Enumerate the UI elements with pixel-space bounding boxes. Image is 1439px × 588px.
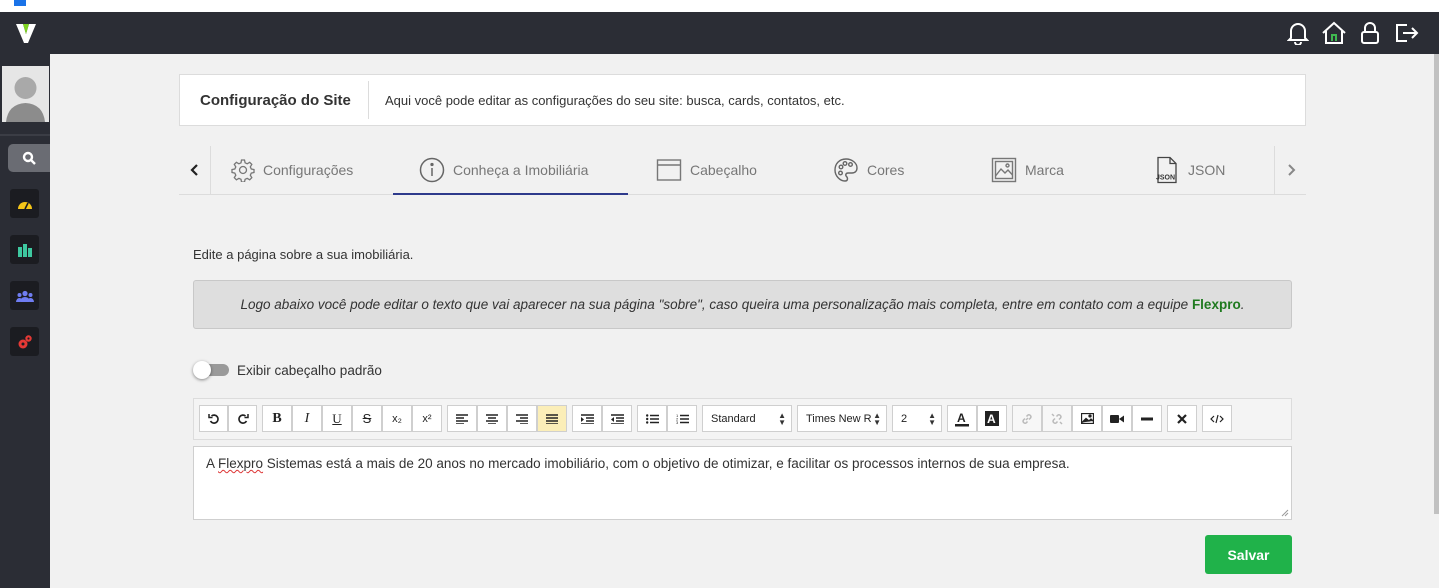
palette-icon <box>834 158 858 182</box>
tab-label: Conheça a Imobiliária <box>453 161 589 178</box>
browser-strip <box>0 0 1439 12</box>
insert-image-button[interactable] <box>1072 405 1102 432</box>
page-header-card: Configuração do Site Aqui você pode edit… <box>179 74 1306 126</box>
font-value: Times New R <box>806 412 872 425</box>
gear-icon <box>231 159 255 182</box>
lock-icon[interactable] <box>1357 20 1383 46</box>
bullet-list-button[interactable] <box>637 405 667 432</box>
sidebar-divider <box>0 134 50 136</box>
search-icon[interactable] <box>8 144 50 172</box>
dashboard-icon[interactable] <box>10 189 39 218</box>
notice-text: Logo abaixo você pode editar o texto que… <box>240 297 1192 312</box>
notice-box: Logo abaixo você pode editar o texto que… <box>193 280 1292 329</box>
svg-text:3: 3 <box>676 420 679 424</box>
tab-configuracoes[interactable]: Configurações <box>231 146 353 194</box>
tab-label: Cores <box>867 162 905 178</box>
notice-brand: Flexpro <box>1191 297 1241 312</box>
rich-text-editor[interactable]: A Flexpro Sistemas está a mais de 20 ano… <box>193 446 1292 520</box>
align-left-button[interactable] <box>447 405 477 432</box>
save-button[interactable]: Salvar <box>1205 535 1292 574</box>
tab-label: Configurações <box>263 162 354 178</box>
page-title: Configuração do Site <box>200 92 351 109</box>
editor-text-prefix: A <box>206 456 219 471</box>
code-view-button[interactable] <box>1202 405 1232 432</box>
intro-text: Edite a página sobre a sua imobiliária. <box>193 247 414 262</box>
strikethrough-button[interactable]: S <box>352 405 382 432</box>
italic-button[interactable]: I <box>292 405 322 432</box>
svg-text:A: A <box>957 411 966 425</box>
bell-icon[interactable] <box>1285 20 1311 46</box>
tab-label: Marca <box>1025 162 1064 178</box>
numbered-list-button[interactable]: 123 <box>667 405 697 432</box>
window-icon <box>656 159 682 181</box>
size-select[interactable]: 2 ▲ ▼ <box>892 405 942 432</box>
settings-icon[interactable] <box>10 327 39 356</box>
redo-button[interactable] <box>228 405 257 432</box>
users-icon[interactable] <box>10 281 39 310</box>
indent-button[interactable] <box>572 405 602 432</box>
link-button[interactable] <box>1012 405 1042 432</box>
tab-cores[interactable]: Cores <box>833 146 904 194</box>
underline-button[interactable]: U <box>322 405 352 432</box>
tab-marca[interactable]: Marca <box>991 146 1064 194</box>
buildings-icon[interactable] <box>10 235 39 264</box>
clear-format-button[interactable] <box>1167 405 1197 432</box>
format-select[interactable]: Standard ▲ ▼ <box>702 405 792 432</box>
horizontal-rule-button[interactable] <box>1132 405 1162 432</box>
toggle-label: Exibir cabeçalho padrão <box>237 362 382 378</box>
header-divider <box>368 81 369 119</box>
header-toggle-row: Exibir cabeçalho padrão <box>193 361 382 379</box>
json-file-icon: JSON <box>1156 156 1177 184</box>
subscript-button[interactable]: x₂ <box>382 405 412 432</box>
image-icon <box>991 157 1017 183</box>
tab-label: JSON <box>1188 162 1226 178</box>
page-description: Aqui você pode editar as configurações d… <box>385 93 845 108</box>
bold-button[interactable]: B <box>262 405 292 432</box>
editor-text-rest: Sistemas está a mais de 20 anos no merca… <box>263 456 1070 471</box>
tab-conheca-a-imobiliaria[interactable]: Conheça a Imobiliária <box>393 146 628 195</box>
select-caret-icon: ▲ ▼ <box>778 410 786 427</box>
select-caret-icon: ▲ ▼ <box>928 410 936 427</box>
tabs-scroll-left-button[interactable] <box>179 146 211 194</box>
editor-text-misspelled: Flexpro <box>218 456 264 471</box>
editor-content[interactable]: A Flexpro Sistemas está a mais de 20 ano… <box>206 456 1070 471</box>
superscript-button[interactable]: x² <box>412 405 442 432</box>
outdent-button[interactable] <box>602 405 632 432</box>
logout-icon[interactable] <box>1393 20 1419 46</box>
tab-bar: Configurações Conheça a Imobiliária Cabe… <box>179 146 1306 195</box>
avatar[interactable] <box>2 66 49 122</box>
size-value: 2 <box>901 412 908 425</box>
top-bar <box>0 12 1439 54</box>
format-value: Standard <box>711 412 756 425</box>
svg-text:JSON: JSON <box>1156 175 1175 182</box>
text-color-button[interactable]: A <box>947 405 977 432</box>
svg-text:A: A <box>987 412 996 426</box>
unlink-button[interactable] <box>1042 405 1072 432</box>
info-icon <box>419 157 445 182</box>
logo-icon[interactable] <box>14 21 38 45</box>
default-header-toggle[interactable] <box>193 361 229 379</box>
page-scrollbar[interactable] <box>1434 54 1439 588</box>
align-center-button[interactable] <box>477 405 507 432</box>
tab-label: Cabeçalho <box>690 162 757 178</box>
resize-handle-icon[interactable] <box>1279 507 1289 517</box>
browser-tab-indicator <box>14 0 26 6</box>
tab-cabecalho[interactable]: Cabeçalho <box>656 146 757 194</box>
select-caret-icon: ▲ ▼ <box>873 410 881 427</box>
insert-video-button[interactable] <box>1102 405 1132 432</box>
background-color-button[interactable]: A <box>977 405 1007 432</box>
editor-toolbar: B I U S x₂ x² 123 Standard ▲ ▼ Times New R… <box>193 398 1292 440</box>
home-icon[interactable] <box>1321 20 1347 46</box>
sidebar <box>0 54 50 588</box>
undo-button[interactable] <box>199 405 228 432</box>
tab-json[interactable]: JSON JSON <box>1154 146 1225 194</box>
align-right-button[interactable] <box>507 405 537 432</box>
tabs-scroll-right-button[interactable] <box>1274 146 1306 194</box>
notice-end: . <box>1240 297 1245 312</box>
scrollbar-thumb[interactable] <box>1434 54 1439 514</box>
font-select[interactable]: Times New R ▲ ▼ <box>797 405 887 432</box>
justify-button[interactable] <box>537 405 567 432</box>
